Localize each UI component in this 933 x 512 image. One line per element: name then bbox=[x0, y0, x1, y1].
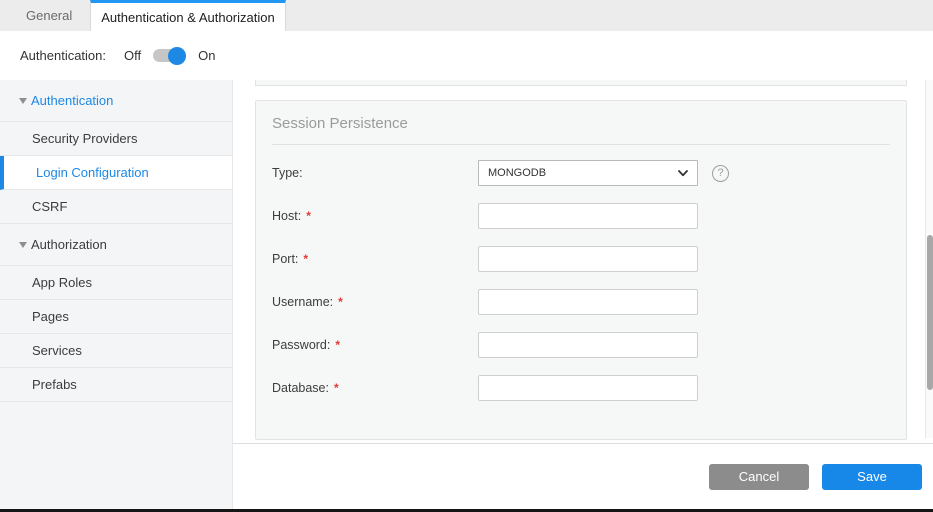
username-label: Username:* bbox=[272, 295, 478, 309]
tab-authentication-authorization[interactable]: Authentication & Authorization bbox=[90, 0, 285, 31]
toggle-thumb bbox=[168, 47, 186, 65]
section-divider bbox=[272, 144, 890, 145]
form-row-password: Password:* bbox=[272, 332, 890, 358]
password-label: Password:* bbox=[272, 338, 478, 352]
vertical-scrollbar[interactable] bbox=[925, 80, 933, 438]
previous-card-bottom-edge bbox=[255, 80, 907, 86]
sidebar-group-authorization[interactable]: Authorization bbox=[0, 224, 232, 266]
required-asterisk: * bbox=[338, 295, 343, 309]
tab-general[interactable]: General bbox=[8, 0, 90, 31]
sidebar-item-login-configuration[interactable]: Login Configuration bbox=[0, 156, 232, 190]
chevron-down-icon bbox=[678, 170, 688, 177]
required-asterisk: * bbox=[306, 209, 311, 223]
required-asterisk: * bbox=[335, 338, 340, 352]
form-row-database: Database:* bbox=[272, 375, 890, 401]
password-input[interactable] bbox=[478, 332, 698, 358]
form-row-type: Type: MONGODB ? bbox=[272, 160, 890, 186]
cancel-button[interactable]: Cancel bbox=[709, 464, 809, 490]
sidebar-item-csrf[interactable]: CSRF bbox=[0, 190, 232, 224]
save-button[interactable]: Save bbox=[822, 464, 922, 490]
database-label: Database:* bbox=[272, 381, 478, 395]
type-label: Type: bbox=[272, 166, 478, 180]
port-input[interactable] bbox=[478, 246, 698, 272]
settings-sidebar: Authentication Security Providers Login … bbox=[0, 80, 233, 509]
section-title: Session Persistence bbox=[272, 115, 890, 132]
sidebar-group-authentication[interactable]: Authentication bbox=[0, 80, 232, 122]
sidebar-item-pages[interactable]: Pages bbox=[0, 300, 232, 334]
sidebar-group-label: Authorization bbox=[31, 237, 107, 252]
sidebar-item-app-roles[interactable]: App Roles bbox=[0, 266, 232, 300]
username-input[interactable] bbox=[478, 289, 698, 315]
authentication-header: Authentication: Off On bbox=[0, 31, 933, 80]
form-row-username: Username:* bbox=[272, 289, 890, 315]
required-asterisk: * bbox=[334, 381, 339, 395]
toggle-on-label: On bbox=[198, 48, 215, 63]
sidebar-item-services[interactable]: Services bbox=[0, 334, 232, 368]
toggle-off-label: Off bbox=[124, 48, 141, 63]
question-circle-icon[interactable]: ? bbox=[712, 165, 729, 182]
type-select[interactable]: MONGODB bbox=[478, 160, 698, 186]
form-row-port: Port:* bbox=[272, 246, 890, 272]
triangle-down-icon bbox=[19, 242, 27, 248]
type-select-value: MONGODB bbox=[488, 167, 546, 179]
form-row-host: Host:* bbox=[272, 203, 890, 229]
authentication-label: Authentication: bbox=[20, 48, 106, 63]
required-asterisk: * bbox=[303, 252, 308, 266]
triangle-down-icon bbox=[19, 98, 27, 104]
form-footer: Cancel Save bbox=[233, 443, 933, 509]
sidebar-item-security-providers[interactable]: Security Providers bbox=[0, 122, 232, 156]
main-area: Authentication Security Providers Login … bbox=[0, 80, 933, 509]
port-label: Port:* bbox=[272, 252, 478, 266]
content-panel: Session Persistence Type: MONGODB ? Host… bbox=[233, 80, 933, 509]
sidebar-item-prefabs[interactable]: Prefabs bbox=[0, 368, 232, 402]
host-label: Host:* bbox=[272, 209, 478, 223]
session-persistence-card: Session Persistence Type: MONGODB ? Host… bbox=[255, 100, 907, 440]
database-input[interactable] bbox=[478, 375, 698, 401]
tab-bar: General Authentication & Authorization bbox=[0, 0, 933, 31]
authentication-toggle[interactable] bbox=[153, 47, 186, 65]
sidebar-group-label: Authentication bbox=[31, 93, 113, 108]
host-input[interactable] bbox=[478, 203, 698, 229]
scrollbar-thumb[interactable] bbox=[927, 235, 933, 390]
